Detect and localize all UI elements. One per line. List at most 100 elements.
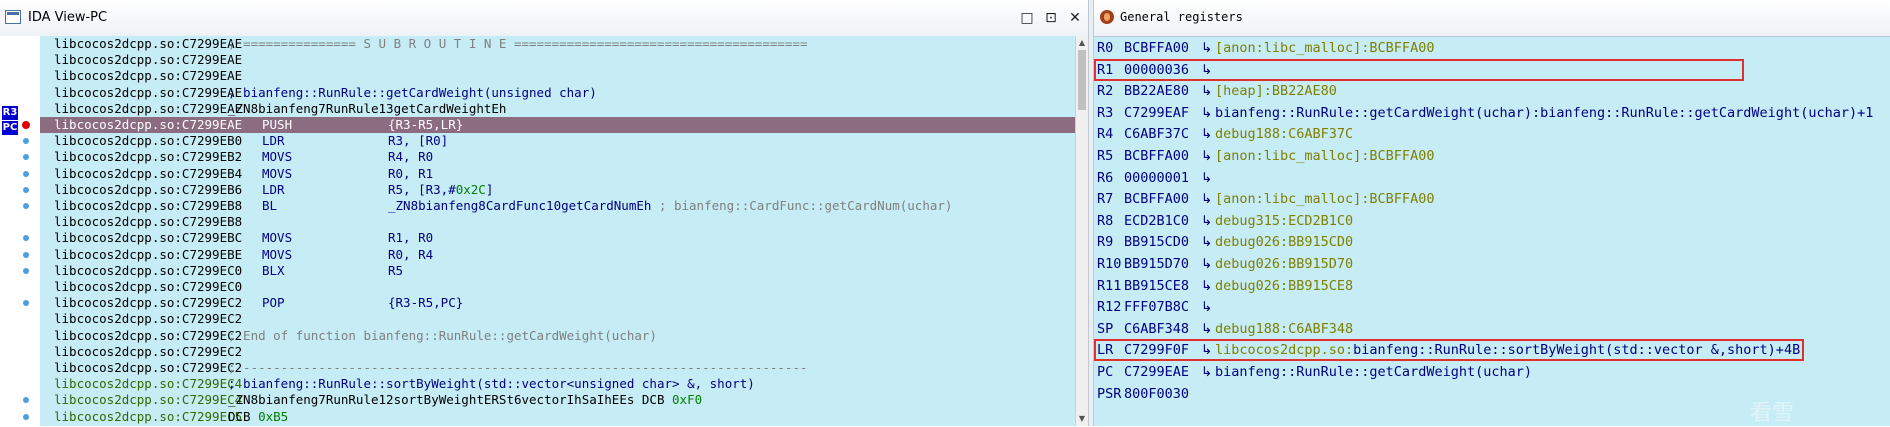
- register-row-r0[interactable]: R0 BCBFFA00 ↳ [anon:libc_malloc]:BCBFFA00: [1094, 38, 1890, 59]
- register-value[interactable]: C7299EAE: [1124, 362, 1189, 383]
- instruction-marker-icon[interactable]: [23, 138, 29, 144]
- breakpoint-gutter[interactable]: R3 PC: [0, 36, 40, 426]
- listing-line[interactable]: libcocos2dcpp.so:C7299EAE _ZN8bianfeng7Ru…: [40, 101, 1075, 117]
- jump-arrow-icon[interactable]: ↳: [1201, 146, 1212, 167]
- register-description[interactable]: bianfeng::RunRule::getCardWeight(uchar): [1215, 362, 1532, 383]
- register-description[interactable]: [anon:libc_malloc]:BCBFFA00: [1215, 38, 1434, 59]
- register-value[interactable]: ECD2B1C0: [1124, 211, 1189, 232]
- jump-arrow-icon[interactable]: ↳: [1201, 103, 1212, 124]
- listing-line[interactable]: libcocos2dcpp.so:C7299EC5 DCB 0xB5: [40, 409, 1075, 425]
- listing-line[interactable]: libcocos2dcpp.so:C7299EBE MOVS R0, R4: [40, 247, 1075, 263]
- jump-arrow-icon[interactable]: ↳: [1201, 189, 1212, 210]
- register-value[interactable]: C7299EAF: [1124, 103, 1189, 124]
- listing-line[interactable]: libcocos2dcpp.so:C7299EB8 BL _ZN8bianfeng8…: [40, 198, 1075, 214]
- listing-line[interactable]: libcocos2dcpp.so:C7299EC2; End of functi…: [40, 328, 1075, 344]
- jump-arrow-icon[interactable]: ↳: [1201, 362, 1212, 383]
- instruction-marker-icon[interactable]: [23, 171, 29, 177]
- registers-titlebar[interactable]: General registers: [1094, 0, 1890, 37]
- register-row-r2[interactable]: R2 BB22AE80 ↳ [heap]:BB22AE80: [1094, 81, 1890, 102]
- instruction-marker-icon[interactable]: [23, 268, 29, 274]
- listing-line[interactable]: libcocos2dcpp.so:C7299EAE; bianfeng::Run…: [40, 85, 1075, 101]
- register-description[interactable]: bianfeng::RunRule::getCardWeight(uchar):…: [1215, 103, 1873, 124]
- register-row-r8[interactable]: R8 ECD2B1C0 ↳ debug315:ECD2B1C0: [1094, 211, 1890, 232]
- register-value[interactable]: BB22AE80: [1124, 81, 1189, 102]
- listing-line[interactable]: libcocos2dcpp.so:C7299EAE: [40, 68, 1075, 84]
- register-description[interactable]: debug188:C6ABF348: [1215, 319, 1353, 340]
- register-value[interactable]: FFF07B8C: [1124, 297, 1189, 318]
- register-value[interactable]: BCBFFA00: [1124, 146, 1189, 167]
- listing-line[interactable]: libcocos2dcpp.so:C7299EC2 POP {R3-R5,PC}: [40, 295, 1075, 311]
- register-value[interactable]: BB915CD0: [1124, 232, 1189, 253]
- close-button[interactable]: ✕: [1066, 9, 1084, 27]
- register-value[interactable]: BCBFFA00: [1124, 189, 1189, 210]
- register-value[interactable]: 800F0030: [1124, 384, 1189, 405]
- listing-line[interactable]: libcocos2dcpp.so:C7299EB8: [40, 214, 1075, 230]
- register-description[interactable]: [heap]:BB22AE80: [1215, 81, 1337, 102]
- jump-arrow-icon[interactable]: ↳: [1201, 319, 1212, 340]
- jump-arrow-icon[interactable]: ↳: [1201, 276, 1212, 297]
- listing-line[interactable]: libcocos2dcpp.so:C7299EC2: [40, 344, 1075, 360]
- register-description[interactable]: [anon:libc_malloc]:BCBFFA00: [1215, 146, 1434, 167]
- instruction-marker-icon[interactable]: [23, 187, 29, 193]
- register-description[interactable]: [anon:libc_malloc]:BCBFFA00: [1215, 189, 1434, 210]
- jump-arrow-icon[interactable]: ↳: [1201, 124, 1212, 145]
- vertical-scrollbar[interactable]: ▲ ▼: [1075, 36, 1088, 426]
- register-description[interactable]: debug188:C6ABF37C: [1215, 124, 1353, 145]
- jump-arrow-icon[interactable]: ↳: [1201, 38, 1212, 59]
- listing-line[interactable]: libcocos2dcpp.so:C7299EAE; =============…: [40, 36, 1075, 52]
- register-value[interactable]: C6ABF37C: [1124, 124, 1189, 145]
- listing-line[interactable]: libcocos2dcpp.so:C7299EC4 _ZN8bianfeng7Ru…: [40, 392, 1075, 408]
- register-description[interactable]: debug026:BB915CE8: [1215, 276, 1353, 297]
- register-row-pc[interactable]: PC C7299EAE ↳ bianfeng::RunRule::getCardWei…: [1094, 362, 1890, 383]
- register-row-r11[interactable]: R11 BB915CE8 ↳ debug026:BB915CE8: [1094, 276, 1890, 297]
- register-description[interactable]: debug315:ECD2B1C0: [1215, 211, 1353, 232]
- jump-arrow-icon[interactable]: ↳: [1201, 297, 1212, 318]
- disassembly-listing[interactable]: libcocos2dcpp.so:C7299EAE; =============…: [40, 36, 1075, 426]
- listing-line[interactable]: libcocos2dcpp.so:C7299EAE: [40, 52, 1075, 68]
- listing-line[interactable]: libcocos2dcpp.so:C7299EC2: [40, 311, 1075, 327]
- register-description[interactable]: debug026:BB915D70: [1215, 254, 1353, 275]
- scroll-down-icon[interactable]: ▼: [1078, 414, 1086, 423]
- register-value[interactable]: BB915D70: [1124, 254, 1189, 275]
- register-description[interactable]: debug026:BB915CD0: [1215, 232, 1353, 253]
- jump-arrow-icon[interactable]: ↳: [1201, 211, 1212, 232]
- listing-line[interactable]: libcocos2dcpp.so:C7299EC0 BLX R5: [40, 263, 1075, 279]
- current-instruction-line[interactable]: libcocos2dcpp.so:C7299EAE PUSH {R3-R5,LR}: [40, 117, 1075, 133]
- listing-line[interactable]: libcocos2dcpp.so:C7299EC4; bianfeng::Run…: [40, 376, 1075, 392]
- register-value[interactable]: BB915CE8: [1124, 276, 1189, 297]
- instruction-marker-icon[interactable]: [23, 252, 29, 258]
- register-value[interactable]: 00000001: [1124, 168, 1189, 189]
- register-row-r3[interactable]: R3 C7299EAF ↳ bianfeng::RunRule::getCardWei…: [1094, 103, 1890, 124]
- instruction-marker-icon[interactable]: [23, 414, 29, 420]
- restore-button[interactable]: □: [1018, 9, 1036, 27]
- register-row-r5[interactable]: R5 BCBFFA00 ↳ [anon:libc_malloc]:BCBFFA00: [1094, 146, 1890, 167]
- register-row-r10[interactable]: R10 BB915D70 ↳ debug026:BB915D70: [1094, 254, 1890, 275]
- jump-arrow-icon[interactable]: ↳: [1201, 168, 1212, 189]
- register-row-r6[interactable]: R6 00000001 ↳: [1094, 168, 1890, 189]
- instruction-marker-icon[interactable]: [23, 235, 29, 241]
- register-row-r9[interactable]: R9 BB915CD0 ↳ debug026:BB915CD0: [1094, 232, 1890, 253]
- register-row-r12[interactable]: R12 FFF07B8C ↳: [1094, 297, 1890, 318]
- instruction-marker-icon[interactable]: [23, 300, 29, 306]
- jump-arrow-icon[interactable]: ↳: [1201, 254, 1212, 275]
- register-row-sp[interactable]: SP C6ABF348 ↳ debug188:C6ABF348: [1094, 319, 1890, 340]
- jump-arrow-icon[interactable]: ↳: [1201, 81, 1212, 102]
- register-row-r4[interactable]: R4 C6ABF37C ↳ debug188:C6ABF37C: [1094, 124, 1890, 145]
- listing-line[interactable]: libcocos2dcpp.so:C7299EB0 LDR R3, [R0]: [40, 133, 1075, 149]
- ida-view-titlebar[interactable]: IDA View-PC □ ⊡ ✕: [0, 0, 1088, 37]
- breakpoint-icon[interactable]: [22, 121, 30, 129]
- register-row-r7[interactable]: R7 BCBFFA00 ↳ [anon:libc_malloc]:BCBFFA00: [1094, 189, 1890, 210]
- float-button[interactable]: ⊡: [1042, 9, 1060, 27]
- listing-line[interactable]: libcocos2dcpp.so:C7299EBC MOVS R1, R0: [40, 230, 1075, 246]
- listing-line[interactable]: libcocos2dcpp.so:C7299EB2 MOVS R4, R0: [40, 149, 1075, 165]
- instruction-marker-icon[interactable]: [23, 154, 29, 160]
- listing-line[interactable]: libcocos2dcpp.so:C7299EB4 MOVS R0, R1: [40, 166, 1075, 182]
- register-value[interactable]: BCBFFA00: [1124, 38, 1189, 59]
- register-value[interactable]: C6ABF348: [1124, 319, 1189, 340]
- scroll-up-icon[interactable]: ▲: [1078, 38, 1086, 47]
- scroll-thumb[interactable]: [1078, 50, 1086, 110]
- listing-line[interactable]: libcocos2dcpp.so:C7299EB6 LDR R5, [R3,#0x2…: [40, 182, 1075, 198]
- listing-line[interactable]: libcocos2dcpp.so:C7299EC0: [40, 279, 1075, 295]
- jump-arrow-icon[interactable]: ↳: [1201, 232, 1212, 253]
- instruction-marker-icon[interactable]: [23, 203, 29, 209]
